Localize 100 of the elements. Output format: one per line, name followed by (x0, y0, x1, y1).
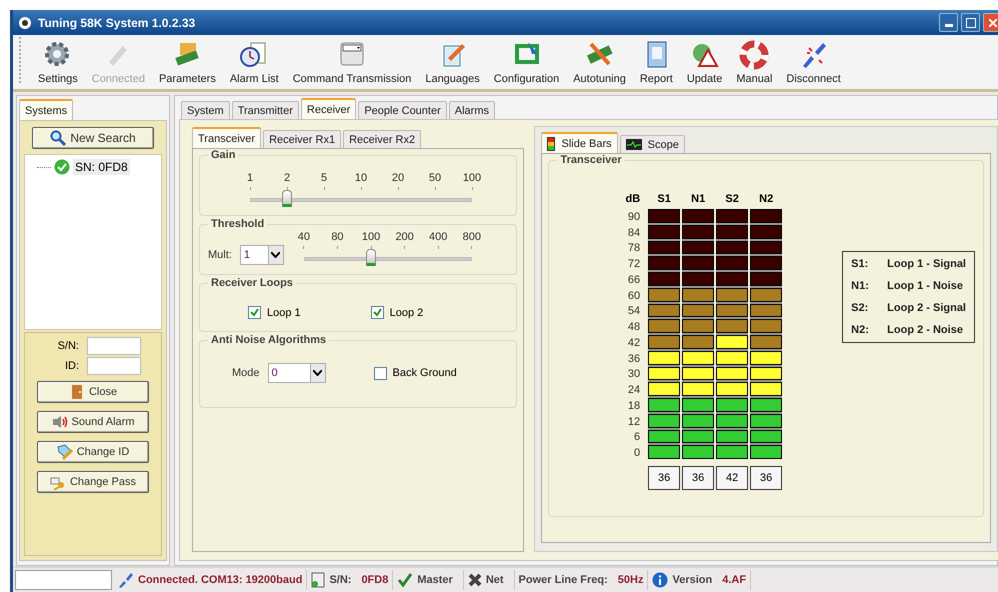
maximize-button[interactable] (961, 13, 980, 32)
tab[interactable]: Transmitter (232, 101, 299, 119)
mult-dropdown[interactable]: 1 (240, 244, 284, 264)
sidebar-button[interactable]: Change ID (37, 441, 149, 463)
toolbar-button[interactable]: Settings (31, 40, 85, 85)
toolbar-button[interactable]: Configuration (486, 40, 566, 85)
info-icon (652, 572, 668, 588)
lifebuoy-icon (739, 40, 770, 70)
checkbox[interactable] (374, 366, 387, 380)
scale-label: 48 (628, 320, 640, 335)
toolbar-button[interactable]: Alarm List (222, 40, 286, 85)
slider-track[interactable] (250, 190, 472, 207)
tick-label: 10 (354, 172, 368, 184)
tree-item[interactable]: SN: 0FD8 (73, 159, 130, 175)
tree-connector (37, 166, 51, 168)
tab[interactable]: Receiver Rx1 (263, 130, 342, 148)
serial-value: 0FD8 (361, 574, 388, 586)
tab[interactable]: Slide Bars (541, 132, 618, 153)
tick-mark (336, 246, 338, 249)
meter-segment (648, 319, 680, 333)
version-label: Version (672, 574, 712, 586)
scale-label: 36 (628, 352, 640, 366)
scale-label: 66 (628, 272, 640, 288)
tab[interactable]: People Counter (358, 101, 447, 119)
close-button[interactable] (983, 13, 998, 32)
meter-segment (648, 430, 680, 444)
slider-track[interactable] (304, 249, 472, 266)
tick-label: 80 (331, 231, 344, 243)
scale-label: 42 (628, 336, 640, 351)
meter-segment (682, 398, 714, 412)
toolbar-button[interactable]: Parameters (152, 40, 223, 85)
meter-segment (716, 398, 748, 412)
meter-segment (682, 335, 714, 349)
toolbar-button[interactable]: Disconnect (779, 40, 848, 85)
toolbar-button[interactable]: Manual (729, 40, 780, 85)
tab[interactable]: Scope (620, 135, 685, 153)
legend-key: N1: (851, 280, 874, 292)
meter-segment (682, 414, 714, 428)
meter-segment (716, 288, 748, 302)
meter-segment (648, 272, 680, 286)
meter-segment (716, 430, 748, 444)
meter-segment (648, 398, 680, 412)
meter-segment (682, 304, 714, 318)
meter-segment (750, 335, 782, 349)
meter-segment (750, 304, 782, 318)
meter-segment (648, 288, 680, 302)
group-title: Receiver Loops (208, 277, 296, 289)
meter-segment (750, 414, 782, 428)
toolbar-button[interactable]: Autotuning (566, 40, 633, 85)
toolbar-button[interactable]: Command Transmission (286, 40, 418, 85)
meter-segment (682, 256, 714, 270)
meter-segment (750, 445, 782, 459)
meter-segment (750, 209, 782, 223)
tab[interactable]: Receiver Rx2 (343, 130, 422, 148)
tick-label: 40 (298, 231, 310, 243)
input-field[interactable] (87, 357, 141, 375)
tab[interactable]: Receiver (300, 98, 356, 119)
meter-segment (648, 350, 680, 364)
meter-segment (682, 319, 714, 333)
meter-segment (716, 414, 748, 428)
legend-text: Loop 1 - Noise (887, 280, 963, 292)
mode-dropdown[interactable]: 0 (268, 363, 326, 383)
tick-label: 100 (462, 172, 482, 184)
meter-segment (716, 445, 748, 459)
scale-label: 6 (634, 430, 640, 446)
tick-mark (404, 246, 406, 249)
mult-label: Mult: (208, 248, 232, 260)
toolbar-button[interactable]: Update (680, 40, 730, 85)
meter-segment (716, 224, 748, 238)
tab[interactable]: Alarms (448, 101, 495, 119)
toolbar-button[interactable]: Languages (418, 40, 487, 85)
meter-segment (750, 256, 782, 270)
sidebar-button[interactable]: Sound Alarm (37, 411, 149, 433)
meter-segment (716, 366, 748, 380)
sidebar-button[interactable]: Close (37, 381, 149, 403)
checkbox[interactable] (248, 306, 261, 319)
meter-segment (682, 382, 714, 396)
channel-label: S2 (724, 192, 740, 207)
meter-segment (682, 240, 714, 254)
minimize-button[interactable] (939, 13, 958, 32)
tick-label: 400 (429, 231, 448, 243)
input-field[interactable] (87, 337, 141, 355)
status-field[interactable] (15, 570, 112, 590)
new-search-button[interactable]: New Search (32, 127, 154, 149)
meter-segment (682, 445, 714, 459)
scale-label: 90 (628, 210, 640, 225)
scale-label: 84 (628, 226, 640, 240)
tab[interactable]: Systems (19, 99, 74, 120)
tab[interactable]: Transceiver (192, 127, 262, 148)
scale-label: 0 (634, 446, 640, 461)
meter-segment (716, 256, 748, 270)
scale-label: 30 (628, 367, 640, 382)
slider-thumb[interactable] (366, 249, 376, 266)
scale-label: 78 (628, 241, 640, 256)
slider-thumb[interactable] (282, 190, 292, 207)
checkbox[interactable] (370, 306, 384, 319)
tick-label: 20 (392, 172, 404, 184)
toolbar-button[interactable]: Report (632, 40, 680, 85)
tab[interactable]: System (181, 101, 230, 119)
sidebar-button[interactable]: Change Pass (37, 471, 149, 493)
